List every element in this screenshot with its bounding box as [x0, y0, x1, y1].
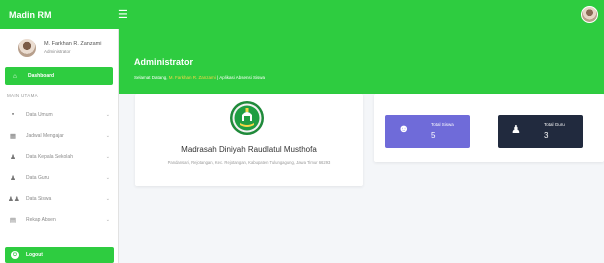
- user-role: Administrator: [44, 48, 71, 54]
- sidebar-item-label: Data Siswa: [26, 195, 52, 202]
- sidebar-item-data-umum[interactable]: ▪ Data Umum ⌄: [0, 104, 118, 125]
- school-info-card: Madrasah Diniyah Raudlatul Musthofa Pand…: [135, 94, 363, 186]
- school-address: Pandansari, Rejotangan, Kec. Rejotangan,…: [167, 160, 331, 165]
- users-icon: ♟♟: [8, 195, 20, 203]
- top-navbar: Madin RM ☰: [0, 0, 604, 29]
- navbar-avatar[interactable]: [581, 6, 598, 23]
- chevron-down-icon: ⌄: [105, 111, 110, 118]
- school-logo: [230, 101, 264, 135]
- power-icon: ⏻: [11, 251, 19, 259]
- welcome-username: M. Farkhan R. Zanzami: [168, 75, 216, 80]
- total-siswa-label: Total Siswa: [431, 122, 454, 127]
- user-panel: M. Farkhan R. Zanzami Administrator: [0, 29, 118, 65]
- menu-section-header: MAIN UTAMA: [7, 93, 38, 98]
- sidebar-item-label: Data Umum: [26, 111, 53, 118]
- page-header-banner: Administrator Selamat Datang, M. Farkhan…: [119, 29, 604, 94]
- app-brand[interactable]: Madin RM: [0, 10, 118, 20]
- sidebar-item-label: Jadwal Mengajar: [26, 132, 64, 139]
- total-siswa-box[interactable]: ☻ Total Siswa 5: [385, 115, 470, 148]
- avatar: [18, 39, 36, 57]
- chevron-down-icon: ⌄: [105, 195, 110, 202]
- sidebar-item-jadwal-mengajar[interactable]: ▦ Jadwal Mengajar ⌄: [0, 125, 118, 146]
- user-name: M. Farkhan R. Zanzami: [44, 41, 102, 48]
- sidebar-item-data-guru[interactable]: ♟ Data Guru ⌄: [0, 167, 118, 188]
- hamburger-icon[interactable]: ☰: [118, 8, 128, 21]
- teacher-icon: ♟: [511, 124, 521, 136]
- sidebar-item-label: Dashboard: [28, 73, 55, 79]
- welcome-suffix: | Aplikasi Absensi Siswa: [215, 75, 265, 80]
- student-icon: ☻: [398, 123, 410, 135]
- total-guru-box[interactable]: ♟ Total Guru 3: [498, 115, 583, 148]
- home-icon: ⌂: [13, 72, 17, 80]
- user-icon: ♟: [10, 153, 16, 161]
- user-icon: ♟: [10, 174, 16, 182]
- logout-button[interactable]: ⏻ Logout: [5, 247, 114, 263]
- welcome-text: Selamat Datang, M. Farkhan R. Zanzami | …: [134, 75, 265, 80]
- sidebar-item-data-siswa[interactable]: ♟♟ Data Siswa ⌄: [0, 188, 118, 209]
- sidebar-item-rekap-absen[interactable]: ▤ Rekap Absen ⌄: [0, 209, 118, 230]
- total-guru-value: 3: [544, 131, 549, 140]
- sidebar-item-label: Data Guru: [26, 174, 50, 181]
- sidebar-item-dashboard[interactable]: ⌂ Dashboard: [5, 67, 113, 85]
- folder-icon: ▪: [11, 111, 15, 118]
- sidebar-item-data-kepala-sekolah[interactable]: ♟ Data Kepala Sekolah ⌄: [0, 146, 118, 167]
- sidebar-item-label: Data Kepala Sekolah: [26, 153, 73, 160]
- welcome-prefix: Selamat Datang,: [134, 75, 169, 80]
- page-title: Administrator: [134, 57, 194, 67]
- chevron-down-icon: ⌄: [105, 153, 110, 160]
- total-siswa-value: 5: [431, 131, 436, 140]
- sidebar: M. Farkhan R. Zanzami Administrator ⌂ Da…: [0, 29, 119, 263]
- calendar-icon: ▦: [9, 132, 17, 140]
- stats-card: ☻ Total Siswa 5 ♟ Total Guru 3: [374, 94, 604, 162]
- logout-label: Logout: [26, 252, 43, 258]
- sidebar-item-label: Rekap Absen: [26, 216, 56, 223]
- table-icon: ▤: [9, 216, 17, 224]
- chevron-down-icon: ⌄: [105, 174, 110, 181]
- chevron-down-icon: ⌄: [105, 216, 110, 223]
- chevron-down-icon: ⌄: [105, 132, 110, 139]
- school-name: Madrasah Diniyah Raudlatul Musthofa: [181, 145, 317, 154]
- total-guru-label: Total Guru: [544, 122, 565, 127]
